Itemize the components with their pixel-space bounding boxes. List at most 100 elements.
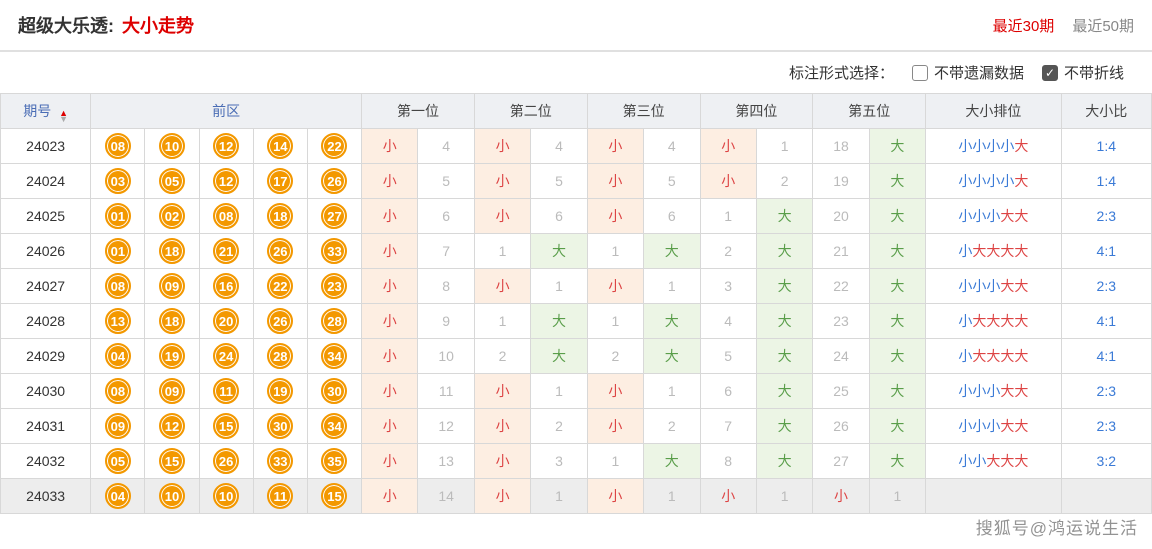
checkbox-no-miss[interactable]: 不带遗漏数据 <box>912 62 1024 83</box>
cell-ball: 09 <box>145 269 199 304</box>
cell-ball: 30 <box>307 374 361 409</box>
cell-pattern: 小小小大大 <box>926 199 1061 234</box>
cell-ball: 22 <box>253 269 307 304</box>
table-row: 240300809111930小11小1小16大25大小小小大大2:3 <box>1 374 1152 409</box>
cell-ball: 09 <box>91 409 145 444</box>
lottery-ball: 12 <box>213 168 239 194</box>
table-row: 240281318202628小91大1大4大23大小大大大大4:1 <box>1 304 1152 339</box>
lottery-ball: 35 <box>321 448 347 474</box>
cell-trend: 大 <box>644 304 700 339</box>
cell-ball: 26 <box>253 304 307 339</box>
cell-trend: 1 <box>587 304 643 339</box>
cell-trend: 22 <box>813 269 869 304</box>
cell-qihao: 24031 <box>1 409 91 444</box>
options-label: 标注形式选择： <box>789 62 894 83</box>
cell-trend: 小 <box>474 409 530 444</box>
cell-ball: 21 <box>199 234 253 269</box>
cell-ball: 13 <box>91 304 145 339</box>
cell-ball: 12 <box>199 164 253 199</box>
cell-ball: 01 <box>91 199 145 234</box>
cell-trend: 小 <box>474 164 530 199</box>
cell-trend: 小 <box>587 129 643 164</box>
cell-trend: 5 <box>700 339 756 374</box>
cell-trend: 大 <box>869 234 925 269</box>
cell-ball: 10 <box>145 479 199 514</box>
cell-ball: 19 <box>145 339 199 374</box>
lottery-ball: 22 <box>267 273 293 299</box>
cell-ratio: 1:4 <box>1061 164 1151 199</box>
cell-ball: 05 <box>145 164 199 199</box>
table-row: 240240305121726小5小5小5小219大小小小小大1:4 <box>1 164 1152 199</box>
watermark: 搜狐号@鸿运说生活 <box>976 514 1138 539</box>
cell-trend: 小 <box>362 409 418 444</box>
cell-ball: 30 <box>253 409 307 444</box>
lottery-ball: 19 <box>267 378 293 404</box>
cell-qihao: 24030 <box>1 374 91 409</box>
table-body: 240230810121422小4小4小4小118大小小小小大1:4240240… <box>1 129 1152 514</box>
period-link-50[interactable]: 最近50期 <box>1072 15 1134 36</box>
lottery-ball: 21 <box>213 238 239 264</box>
cell-trend: 2 <box>474 339 530 374</box>
cell-trend: 23 <box>813 304 869 339</box>
cell-ball: 26 <box>253 234 307 269</box>
cell-trend: 大 <box>869 444 925 479</box>
checkbox-no-line[interactable]: ✓ 不带折线 <box>1042 62 1124 83</box>
period-link-30[interactable]: 最近30期 <box>993 15 1055 36</box>
cell-trend: 小 <box>362 199 418 234</box>
cell-trend: 小 <box>362 164 418 199</box>
col-qihao[interactable]: 期号 ▲▼ <box>1 94 91 129</box>
cell-trend: 2 <box>644 409 700 444</box>
cell-ball: 12 <box>199 129 253 164</box>
lottery-ball: 27 <box>321 203 347 229</box>
lottery-ball: 09 <box>105 413 131 439</box>
cell-pattern: 小小小大大 <box>926 409 1061 444</box>
cell-pattern: 小大大大大 <box>926 339 1061 374</box>
cell-trend: 小 <box>362 479 418 514</box>
cell-pattern <box>926 479 1061 514</box>
cell-ball: 28 <box>253 339 307 374</box>
cell-trend: 大 <box>869 269 925 304</box>
cell-pattern: 小小小大大 <box>926 269 1061 304</box>
cell-ball: 08 <box>91 269 145 304</box>
cell-ball: 18 <box>145 234 199 269</box>
cell-ratio: 4:1 <box>1061 339 1151 374</box>
trend-table: 期号 ▲▼ 前区 第一位 第二位 第三位 第四位 第五位 大小排位 大小比 24… <box>0 93 1152 514</box>
cell-trend: 小 <box>474 129 530 164</box>
title-wrap: 超级大乐透: 大小走势 <box>18 12 194 38</box>
cell-qihao: 24029 <box>1 339 91 374</box>
lottery-ball: 15 <box>213 413 239 439</box>
cell-trend: 6 <box>644 199 700 234</box>
cell-trend: 大 <box>531 304 587 339</box>
col-paiwei: 大小排位 <box>926 94 1061 129</box>
cell-trend: 25 <box>813 374 869 409</box>
cell-ball: 05 <box>91 444 145 479</box>
cell-trend: 6 <box>418 199 474 234</box>
cell-trend: 8 <box>418 269 474 304</box>
cell-ball: 08 <box>91 374 145 409</box>
cell-trend: 1 <box>531 479 587 514</box>
lottery-ball: 18 <box>267 203 293 229</box>
lottery-ball: 20 <box>213 308 239 334</box>
cell-trend: 小 <box>474 199 530 234</box>
col-pos3: 第三位 <box>587 94 700 129</box>
cell-trend: 小 <box>362 129 418 164</box>
table-row: 240320515263335小13小31大8大27大小小大大大3:2 <box>1 444 1152 479</box>
table-row: 240250102081827小6小6小61大20大小小小大大2:3 <box>1 199 1152 234</box>
trend-name: 大小走势 <box>122 12 194 38</box>
sort-icon: ▲▼ <box>59 110 68 122</box>
cell-ball: 15 <box>145 444 199 479</box>
checkbox-icon <box>912 65 928 81</box>
cell-trend: 6 <box>531 199 587 234</box>
cell-trend: 9 <box>418 304 474 339</box>
lottery-ball: 18 <box>159 238 185 264</box>
cell-trend: 12 <box>418 409 474 444</box>
cell-trend: 小 <box>700 129 756 164</box>
lottery-ball: 28 <box>267 343 293 369</box>
cell-ball: 09 <box>145 374 199 409</box>
cell-trend: 大 <box>756 269 812 304</box>
lottery-ball: 11 <box>213 378 239 404</box>
header-bar: 超级大乐透: 大小走势 最近30期 最近50期 <box>0 0 1152 52</box>
cell-ball: 19 <box>253 374 307 409</box>
cell-trend: 1 <box>474 234 530 269</box>
cell-trend: 2 <box>531 409 587 444</box>
